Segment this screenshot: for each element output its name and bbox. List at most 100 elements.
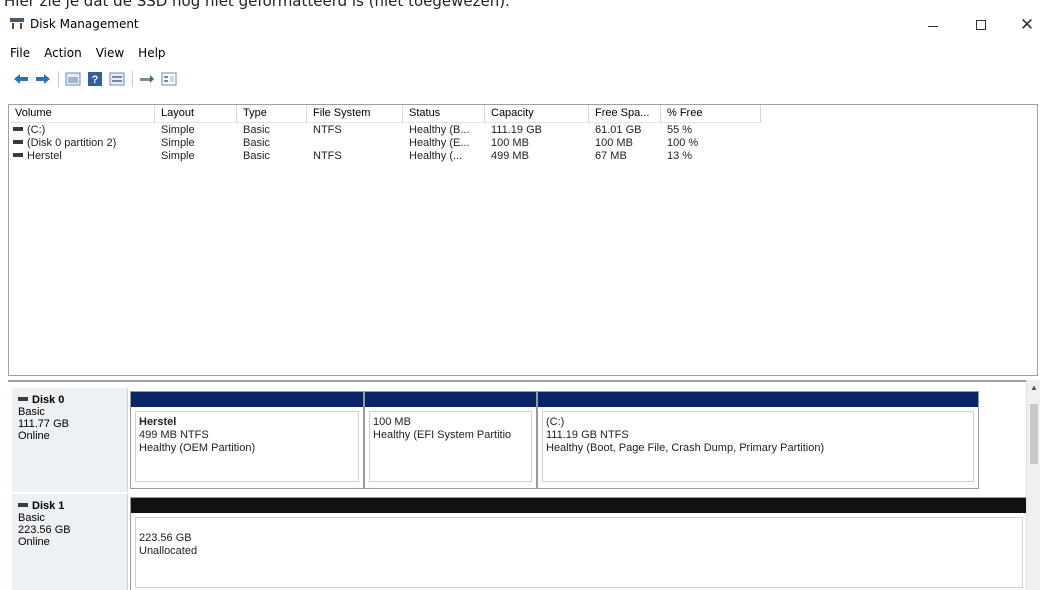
capacity-cell: 499 MB <box>491 150 529 162</box>
volume-rows: (C:) Simple Basic NTFS Healthy (B... 111… <box>9 124 761 163</box>
partition-status: Healthy (Boot, Page File, Crash Dump, Pr… <box>546 442 825 454</box>
column-type[interactable]: Type <box>237 105 307 123</box>
table-row[interactable]: Herstel Simple Basic NTFS Healthy (... 4… <box>9 150 761 163</box>
capacity-cell: 111.19 GB <box>491 124 542 136</box>
disk-1-label[interactable]: Disk 1 Basic 223.56 GB Online <box>12 494 128 590</box>
minimize-button[interactable] <box>910 12 956 38</box>
disk-icon <box>18 397 28 401</box>
file-system-cell: NTFS <box>313 124 342 136</box>
disk-management-app-icon <box>10 18 24 29</box>
partition-details: (C:) 111.19 GB NTFS Healthy (Boot, Page … <box>542 411 974 482</box>
disk-list-button[interactable] <box>108 70 126 88</box>
svg-text:?: ? <box>92 74 99 86</box>
maximize-button[interactable] <box>958 12 1004 38</box>
status-cell: Healthy (B... <box>409 124 470 136</box>
menu-file[interactable]: File <box>10 44 30 64</box>
column-volume[interactable]: Volume <box>9 105 155 123</box>
layout-cell: Simple <box>161 150 195 162</box>
column-percent-free[interactable]: % Free <box>661 105 761 123</box>
column-status[interactable]: Status <box>403 105 485 123</box>
scroll-thumb[interactable] <box>1030 404 1038 464</box>
disk-0-row: Disk 0 Basic 111.77 GB Online Herstel 49… <box>8 388 1038 492</box>
menu-view[interactable]: View <box>96 44 124 64</box>
column-free-space[interactable]: Free Spa... <box>589 105 661 123</box>
page-caption: Hier zie je dat de SSD nog niet geformat… <box>4 0 510 10</box>
volume-list: Volume Layout Type File System Status Ca… <box>8 104 1038 376</box>
console-button[interactable] <box>160 70 178 88</box>
percent-free-cell: 100 % <box>667 137 699 149</box>
help-button[interactable]: ? <box>86 70 104 88</box>
menu-help[interactable]: Help <box>138 44 165 64</box>
volume-name: (C:) <box>27 124 46 136</box>
type-cell: Basic <box>243 137 270 149</box>
type-cell: Basic <box>243 124 270 136</box>
partition-status: Unallocated <box>139 545 198 557</box>
file-system-cell: NTFS <box>313 150 342 162</box>
free-space-cell: 67 MB <box>595 150 627 162</box>
partition-status: Healthy (EFI System Partitio <box>373 429 512 441</box>
disk-size: 111.77 GB <box>18 418 69 430</box>
volume-cell: (Disk 0 partition 2) <box>9 137 155 150</box>
disk-name: Disk 1 <box>32 500 65 512</box>
forward-button[interactable] <box>34 70 52 88</box>
partition-status: Healthy (OEM Partition) <box>139 442 256 454</box>
column-layout[interactable]: Layout <box>155 105 237 123</box>
column-capacity[interactable]: Capacity <box>485 105 589 123</box>
disk-pane-scrollbar[interactable]: ▲ <box>1026 380 1040 590</box>
column-file-system[interactable]: File System <box>307 105 403 123</box>
back-button[interactable] <box>12 70 30 88</box>
volume-icon <box>13 127 23 132</box>
disk-type: Basic <box>18 406 45 418</box>
help-icon: ? <box>88 72 102 86</box>
connect-button[interactable] <box>138 70 156 88</box>
partition-unallocated[interactable]: 223.56 GB Unallocated <box>130 497 1028 590</box>
partition-bar <box>365 392 536 407</box>
partition-efi[interactable]: 100 MB Healthy (EFI System Partitio <box>364 391 537 489</box>
menu-action[interactable]: Action <box>44 44 82 64</box>
file-system-cell <box>307 137 403 150</box>
capacity-cell: 100 MB <box>491 137 529 149</box>
disk-list-icon <box>109 72 125 86</box>
disk-size: 223.56 GB <box>18 524 71 536</box>
volume-name: (Disk 0 partition 2) <box>27 137 117 149</box>
partition-size: 223.56 GB <box>139 532 192 544</box>
connect-icon <box>140 75 154 83</box>
scroll-up-icon[interactable]: ▲ <box>1030 384 1038 392</box>
volume-icon <box>13 140 23 145</box>
table-row[interactable]: (Disk 0 partition 2) Simple Basic Health… <box>9 137 761 150</box>
partition-size: 100 MB <box>373 416 411 428</box>
partition-details: Herstel 499 MB NTFS Healthy (OEM Partiti… <box>135 411 359 482</box>
partition-bar <box>538 392 978 407</box>
layout-cell: Simple <box>161 137 195 149</box>
partition-title: Herstel <box>139 416 177 428</box>
table-row[interactable]: (C:) Simple Basic NTFS Healthy (B... 111… <box>9 124 761 137</box>
toolbar: ? <box>0 66 1044 92</box>
disk-type: Basic <box>18 512 45 524</box>
properties-button[interactable] <box>64 70 82 88</box>
menu-bar: File Action View Help <box>0 44 1044 64</box>
forward-icon <box>36 74 50 84</box>
partition-bar <box>131 392 363 407</box>
toolbar-separator <box>58 71 59 87</box>
volume-cell: Herstel <box>9 150 155 163</box>
window-title: Disk Management <box>30 17 139 31</box>
free-space-cell: 100 MB <box>595 137 633 149</box>
disk-1-row: Disk 1 Basic 223.56 GB Online 223.56 GB … <box>8 494 1038 590</box>
disk-graphical-view: Disk 0 Basic 111.77 GB Online Herstel 49… <box>8 380 1038 590</box>
partition-size: 499 MB NTFS <box>139 429 209 441</box>
close-icon: ✕ <box>1019 14 1035 35</box>
console-icon <box>161 72 177 86</box>
disk-0-label[interactable]: Disk 0 Basic 111.77 GB Online <box>12 388 128 492</box>
type-cell: Basic <box>243 150 270 162</box>
status-cell: Healthy (... <box>409 150 463 162</box>
disk-icon <box>18 503 28 507</box>
percent-free-cell: 13 % <box>667 150 693 162</box>
partition-bar <box>131 498 1027 513</box>
partition-c[interactable]: (C:) 111.19 GB NTFS Healthy (Boot, Page … <box>537 391 979 489</box>
partition-herstel[interactable]: Herstel 499 MB NTFS Healthy (OEM Partiti… <box>130 391 364 489</box>
status-cell: Healthy (E... <box>409 137 470 149</box>
toolbar-separator <box>132 71 133 87</box>
disk-state: Online <box>18 536 50 548</box>
window-titlebar: Disk Management ✕ <box>0 10 1044 40</box>
close-button[interactable]: ✕ <box>1004 12 1044 38</box>
